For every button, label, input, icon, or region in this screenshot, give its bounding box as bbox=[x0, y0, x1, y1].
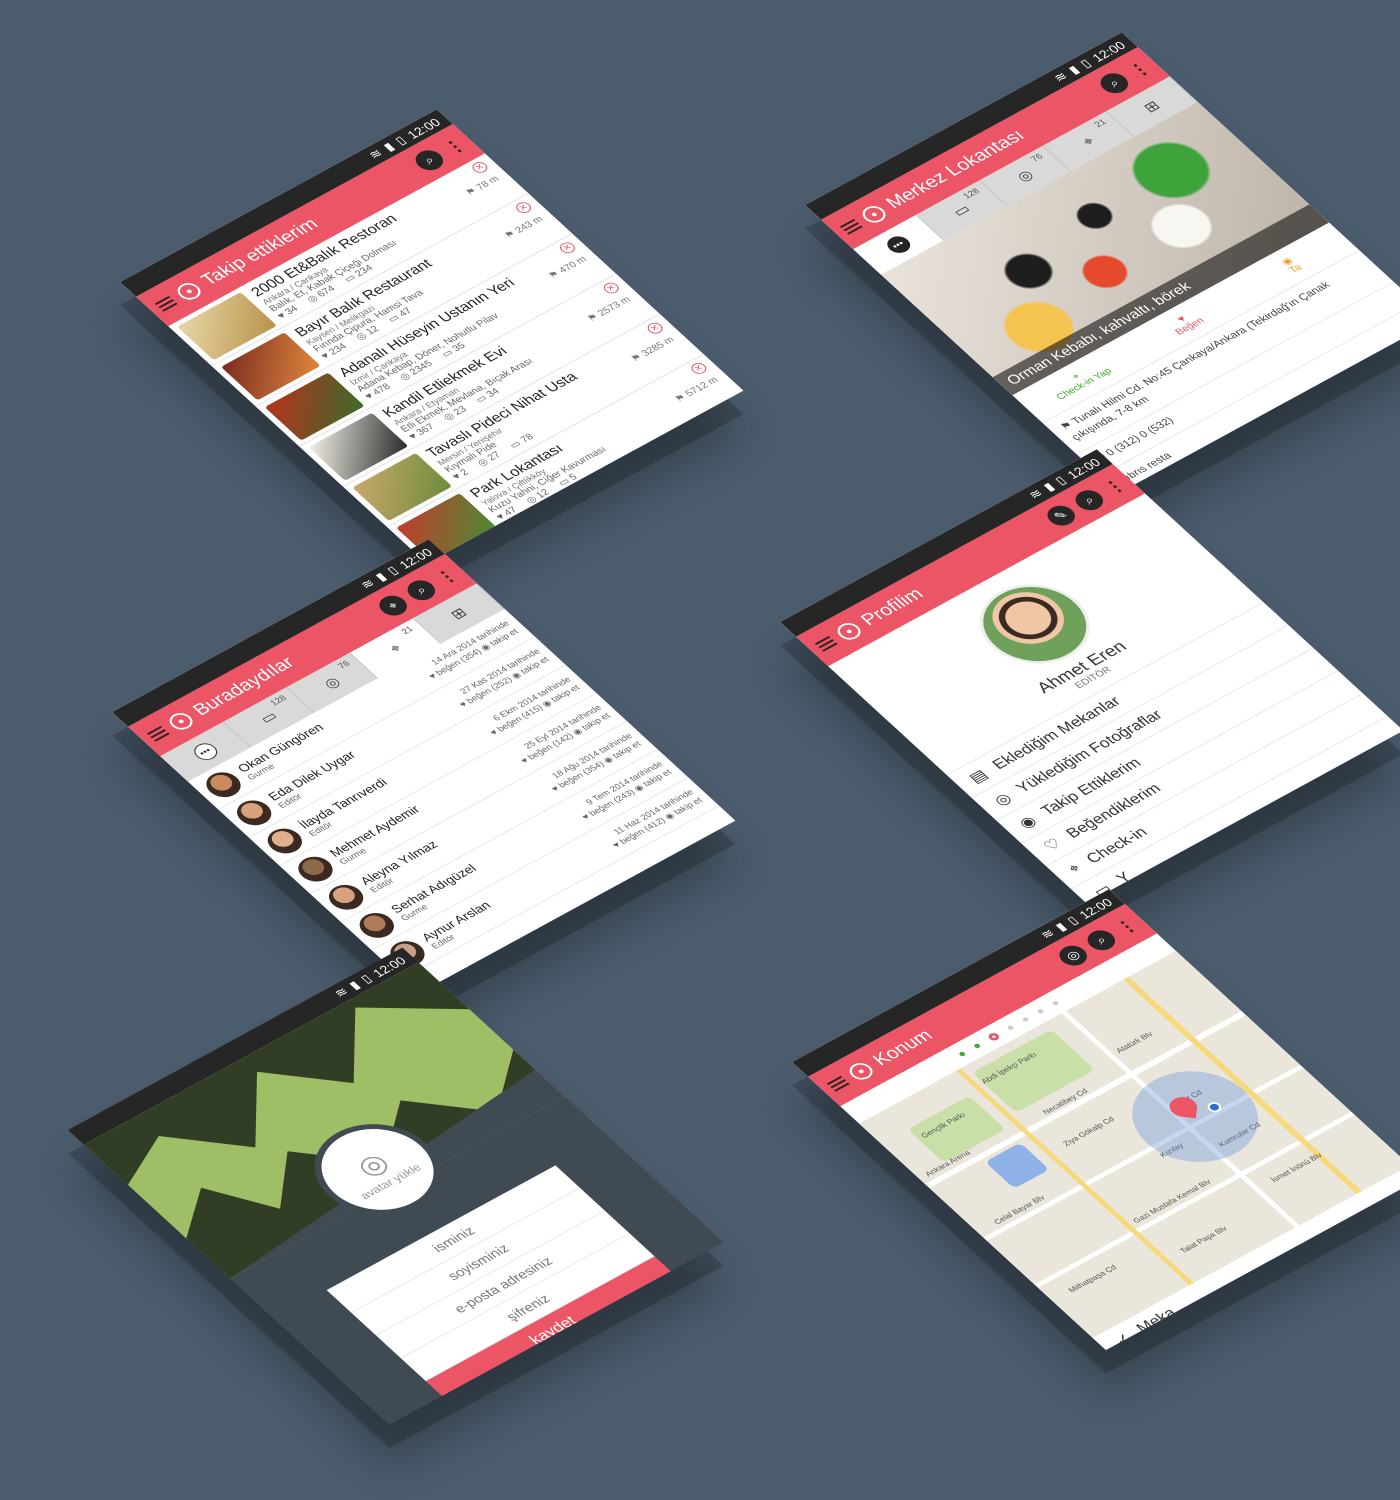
street-label: Atatürk Blv bbox=[1114, 1030, 1155, 1055]
checkins-count: 21 bbox=[399, 624, 416, 636]
pager-dot bbox=[972, 1042, 981, 1049]
menu-icon[interactable] bbox=[146, 725, 170, 742]
checkins-count: 21 bbox=[1092, 117, 1109, 129]
facebook-connect-label: ile bağlan bbox=[588, 1316, 653, 1356]
comments-icon: ▭ bbox=[256, 708, 282, 727]
signal-icon: ▮ bbox=[1040, 479, 1058, 494]
menu-icon[interactable] bbox=[154, 295, 178, 312]
signal-icon: ▮ bbox=[380, 139, 398, 154]
signal-icon: ▮ bbox=[1065, 62, 1083, 77]
map-icon: ⊞ bbox=[447, 605, 471, 623]
battery-icon: ▯ bbox=[1076, 56, 1094, 71]
comments-icon: ▭ bbox=[949, 201, 975, 220]
avatar[interactable] bbox=[229, 795, 278, 830]
pager-dot bbox=[1035, 1008, 1044, 1015]
location-pin-icon: ⌖ bbox=[1078, 133, 1099, 149]
battery-icon: ▯ bbox=[1051, 473, 1069, 488]
pager-dot bbox=[1020, 1016, 1029, 1023]
app-logo-icon: ● bbox=[164, 709, 198, 733]
app-logo-icon: ● bbox=[832, 619, 866, 643]
comments-count: 128 bbox=[267, 693, 289, 708]
wifi-icon: ≋ bbox=[365, 146, 386, 162]
pager-dot bbox=[957, 1051, 966, 1057]
mockup-scene: ≋ ▮ ▯ 12:00 ● Takip ettiklerim ⌕ ⋮ 2000 … bbox=[0, 0, 1400, 1500]
screen-restaurant-detail: ≋ ▮ ▯ 12:00 ● Merkez Lokantası ⌕ ⋮ ••• ▭… bbox=[805, 32, 1400, 494]
search-icon[interactable]: ⌕ bbox=[1082, 926, 1121, 955]
facebook-logo: facebook bbox=[510, 1352, 585, 1398]
signal-icon: ▮ bbox=[345, 978, 364, 992]
screen-followed-places: ≋ ▮ ▯ 12:00 ● Takip ettiklerim ⌕ ⋮ 2000 … bbox=[120, 109, 744, 564]
overflow-menu-icon[interactable]: ⋮ bbox=[440, 136, 470, 158]
map-icon: ⊞ bbox=[1140, 98, 1164, 116]
locate-icon[interactable]: ◎ bbox=[1053, 941, 1093, 970]
signal-icon: ▮ bbox=[1052, 919, 1070, 934]
menu-icon[interactable] bbox=[826, 1075, 850, 1092]
search-icon[interactable]: ⌕ bbox=[402, 576, 441, 605]
more-icon: ••• bbox=[189, 740, 222, 764]
photos-count: 76 bbox=[1028, 151, 1045, 164]
battery-icon: ▯ bbox=[391, 133, 409, 148]
heart-icon: ♡ bbox=[1040, 835, 1066, 855]
screen-location-map: ≋ ▮ ▯ 12:00 ● Konum ◎ ⌕ ⋮ Ankara Arena C… bbox=[792, 889, 1400, 1351]
wifi-icon: ≋ bbox=[1050, 69, 1071, 85]
pager-dot bbox=[1005, 1024, 1014, 1031]
camera-icon: ◎ bbox=[1013, 167, 1038, 185]
search-icon[interactable]: ⌕ bbox=[1070, 486, 1109, 515]
street-label: Mithatpaşa Cd bbox=[1066, 1263, 1119, 1295]
wifi-icon: ≋ bbox=[357, 576, 378, 592]
battery-icon: ▯ bbox=[383, 563, 401, 578]
document-icon: ▤ bbox=[965, 767, 992, 786]
search-icon[interactable]: ⌕ bbox=[410, 146, 449, 175]
avatar[interactable] bbox=[260, 823, 309, 858]
menu-icon[interactable] bbox=[814, 635, 838, 652]
overflow-menu-icon[interactable]: ⋮ bbox=[1125, 59, 1155, 81]
app-bar: ● Profilim ✎ ⌕ ⋮ bbox=[796, 463, 1145, 667]
camera-icon: ◎ bbox=[990, 790, 1016, 809]
location-pin-icon: ⌖ bbox=[1064, 860, 1085, 877]
street-label: Gazi Mustafa Kemal Blv bbox=[1131, 1177, 1213, 1225]
wifi-icon: ≋ bbox=[330, 984, 352, 1000]
overflow-menu-icon[interactable]: ⋮ bbox=[432, 566, 462, 588]
avatar[interactable] bbox=[198, 767, 248, 802]
menu-label: Y bbox=[1112, 869, 1135, 887]
edit-icon[interactable]: ✎ bbox=[1041, 501, 1081, 530]
app-logo-icon: ● bbox=[857, 202, 891, 226]
eye-icon: ◉ bbox=[1015, 813, 1041, 832]
screen-profile: ≋ ▮ ▯ 12:00 ● Profilim ✎ ⌕ ⋮ Ahmet Eren … bbox=[780, 449, 1400, 904]
street-label: Talat Paşa Blv bbox=[1177, 1224, 1230, 1255]
menu-icon[interactable] bbox=[839, 218, 863, 235]
avatar[interactable] bbox=[352, 907, 401, 943]
screen-visitors: ≋ ▮ ▯ 12:00 ● Buradaydılar ⌖ ⌕ ⋮ ••• ▭ 12… bbox=[112, 539, 736, 994]
photos-count: 76 bbox=[335, 658, 352, 671]
wifi-icon: ≋ bbox=[1025, 486, 1046, 502]
location-icon[interactable]: ⌖ bbox=[373, 591, 413, 620]
camera-icon: ◎ bbox=[320, 674, 345, 692]
search-icon[interactable]: ⌕ bbox=[1095, 69, 1134, 98]
signal-icon: ▮ bbox=[372, 569, 390, 584]
pager-dot bbox=[1050, 1000, 1059, 1006]
comments-count: 128 bbox=[960, 186, 982, 201]
screen-signup: ≋ ▮ ▯ 12:00 ◎ avatar yükle isminiz soyis… bbox=[68, 947, 724, 1425]
pager-dot-active bbox=[985, 1031, 1001, 1042]
wifi-icon: ≋ bbox=[1037, 926, 1058, 942]
avatar[interactable] bbox=[321, 879, 370, 915]
check-icon: ✓ bbox=[1111, 1330, 1136, 1349]
overflow-menu-icon[interactable]: ⋮ bbox=[1112, 916, 1142, 938]
location-pin-icon: ⌖ bbox=[385, 640, 406, 656]
overflow-menu-icon[interactable]: ⋮ bbox=[1100, 476, 1130, 498]
app-logo-icon: ● bbox=[172, 279, 206, 303]
street-label: Ziya Gökalp Cd bbox=[1061, 1115, 1117, 1148]
app-logo-icon: ● bbox=[844, 1059, 878, 1083]
avatar[interactable] bbox=[290, 851, 340, 887]
battery-icon: ▯ bbox=[1063, 913, 1081, 928]
more-icon: ••• bbox=[882, 233, 915, 257]
battery-icon: ▯ bbox=[357, 971, 375, 986]
